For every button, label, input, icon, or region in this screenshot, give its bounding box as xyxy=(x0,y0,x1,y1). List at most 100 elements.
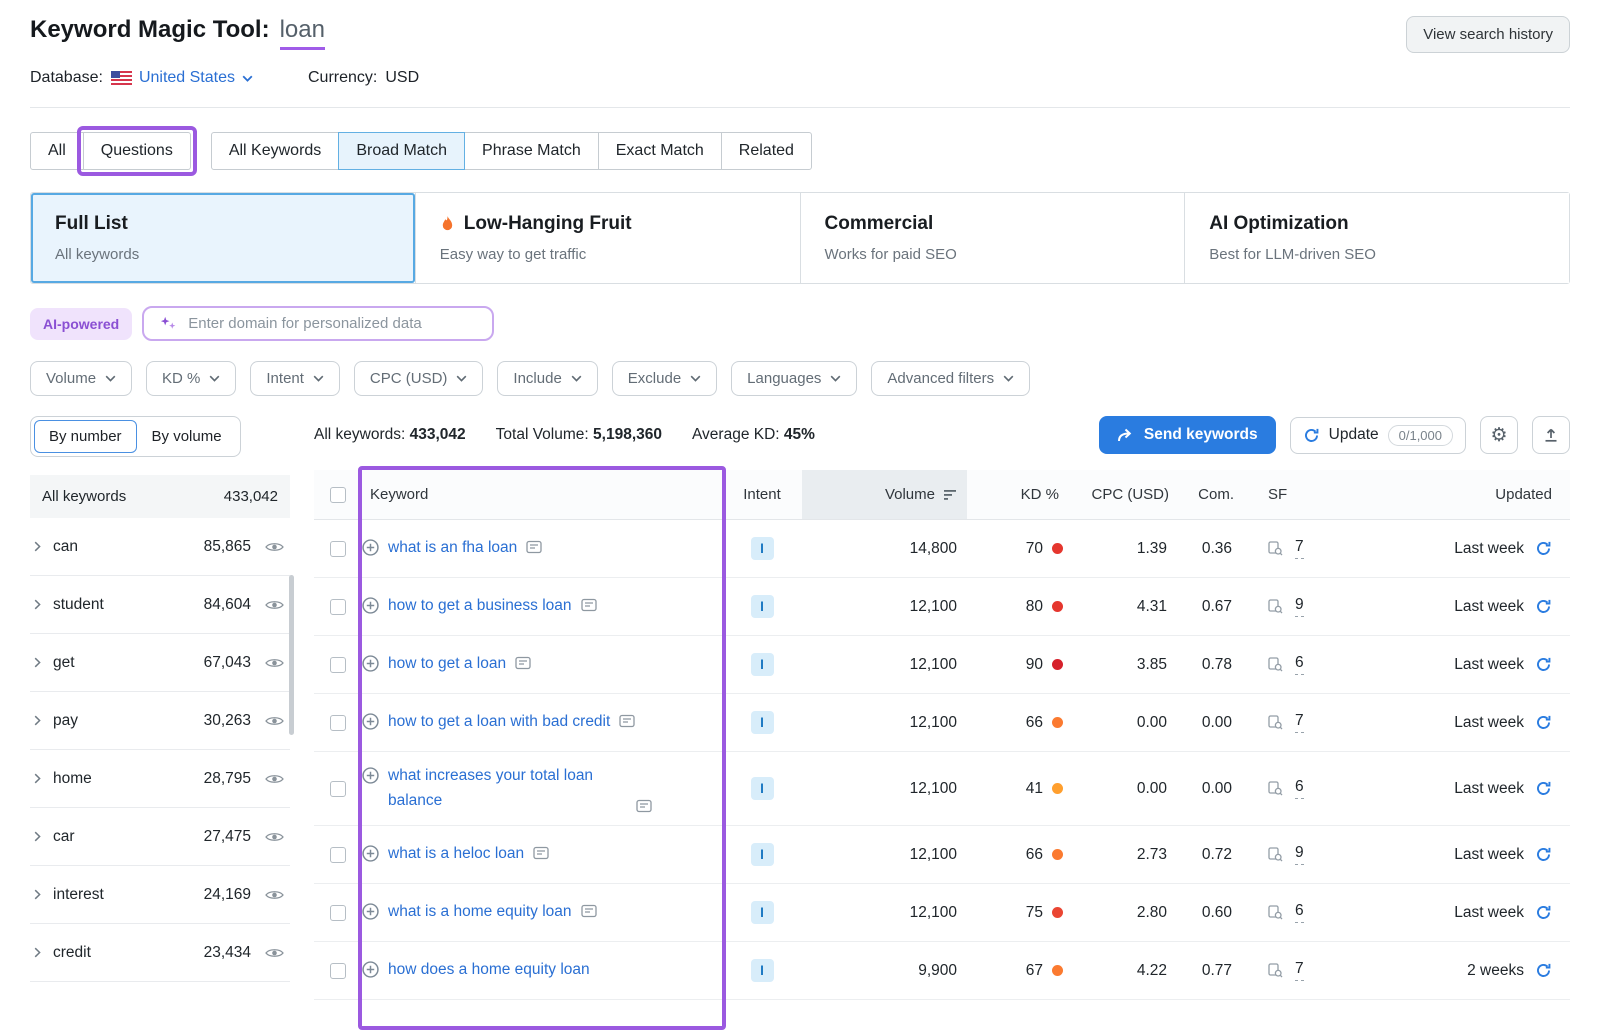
row-checkbox[interactable] xyxy=(330,963,346,979)
row-checkbox[interactable] xyxy=(330,905,346,921)
eye-icon[interactable] xyxy=(265,715,284,727)
tab-all-keywords[interactable]: All Keywords xyxy=(211,132,339,170)
send-keywords-button[interactable]: Send keywords xyxy=(1099,416,1276,454)
column-com[interactable]: Com. xyxy=(1177,486,1242,503)
serp-features-icon[interactable] xyxy=(1268,541,1283,556)
serp-features-icon[interactable] xyxy=(1268,781,1283,796)
refresh-icon[interactable] xyxy=(1535,714,1552,731)
keyword-link[interactable]: what is a home equity loan xyxy=(388,900,572,924)
group-item[interactable]: credit 23,434 xyxy=(30,924,290,982)
select-all-checkbox[interactable] xyxy=(330,487,346,503)
intent-badge[interactable]: I xyxy=(751,595,774,618)
sf-count[interactable]: 7 xyxy=(1295,538,1304,559)
sort-by-number[interactable]: By number xyxy=(34,420,137,453)
intent-badge[interactable]: I xyxy=(751,537,774,560)
serp-features-icon[interactable] xyxy=(1268,847,1283,862)
serp-preview-icon[interactable] xyxy=(581,904,597,918)
intent-badge[interactable]: I xyxy=(751,653,774,676)
card-low-hanging-fruit[interactable]: Low-Hanging Fruit Easy way to get traffi… xyxy=(415,193,800,283)
tab-broad-match[interactable]: Broad Match xyxy=(338,132,465,170)
sf-count[interactable]: 9 xyxy=(1295,596,1304,617)
row-checkbox[interactable] xyxy=(330,657,346,673)
add-keyword-icon[interactable] xyxy=(362,713,379,730)
sf-count[interactable]: 6 xyxy=(1295,654,1304,675)
column-cpc[interactable]: CPC (USD) xyxy=(1067,486,1177,503)
keyword-link[interactable]: what is a heloc loan xyxy=(388,842,524,866)
update-button[interactable]: Update 0/1,000 xyxy=(1290,417,1466,454)
tab-exact-match[interactable]: Exact Match xyxy=(598,132,722,170)
keyword-link[interactable]: how does a home equity loan xyxy=(388,958,590,982)
filter-advanced[interactable]: Advanced filters xyxy=(871,361,1030,396)
tab-all[interactable]: All xyxy=(30,132,84,170)
group-item[interactable]: student 84,604 xyxy=(30,576,290,634)
keyword-link[interactable]: how to get a business loan xyxy=(388,594,572,618)
serp-preview-icon[interactable] xyxy=(526,540,542,554)
eye-icon[interactable] xyxy=(265,889,284,901)
intent-badge[interactable]: I xyxy=(751,777,774,800)
add-keyword-icon[interactable] xyxy=(362,845,379,862)
group-item[interactable]: pay 30,263 xyxy=(30,692,290,750)
column-volume[interactable]: Volume xyxy=(802,470,967,519)
keyword-link[interactable]: what is an fha loan xyxy=(388,536,517,560)
group-item[interactable]: get 67,043 xyxy=(30,634,290,692)
sf-count[interactable]: 6 xyxy=(1295,778,1304,799)
refresh-icon[interactable] xyxy=(1535,962,1552,979)
serp-preview-icon[interactable] xyxy=(533,846,549,860)
row-checkbox[interactable] xyxy=(330,781,346,797)
add-keyword-icon[interactable] xyxy=(362,539,379,556)
intent-badge[interactable]: I xyxy=(751,959,774,982)
domain-input[interactable] xyxy=(188,315,478,332)
column-kd[interactable]: KD % xyxy=(967,486,1067,503)
card-commercial[interactable]: Commercial Works for paid SEO xyxy=(800,193,1185,283)
column-sf[interactable]: SF xyxy=(1242,486,1332,503)
eye-icon[interactable] xyxy=(265,831,284,843)
row-checkbox[interactable] xyxy=(330,715,346,731)
eye-icon[interactable] xyxy=(265,541,284,553)
view-search-history-button[interactable]: View search history xyxy=(1406,16,1570,53)
refresh-icon[interactable] xyxy=(1535,780,1552,797)
refresh-icon[interactable] xyxy=(1535,904,1552,921)
keyword-link[interactable]: how to get a loan xyxy=(388,652,506,676)
intent-badge[interactable]: I xyxy=(751,901,774,924)
add-keyword-icon[interactable] xyxy=(362,767,379,784)
filter-kd[interactable]: KD % xyxy=(146,361,236,396)
refresh-icon[interactable] xyxy=(1535,846,1552,863)
serp-preview-icon[interactable] xyxy=(515,656,531,670)
filter-cpc[interactable]: CPC (USD) xyxy=(354,361,484,396)
card-ai-optimization[interactable]: AI Optimization Best for LLM-driven SEO xyxy=(1184,193,1569,283)
row-checkbox[interactable] xyxy=(330,599,346,615)
serp-features-icon[interactable] xyxy=(1268,657,1283,672)
serp-features-icon[interactable] xyxy=(1268,963,1283,978)
group-item[interactable]: can 85,865 xyxy=(30,518,290,576)
add-keyword-icon[interactable] xyxy=(362,655,379,672)
eye-icon[interactable] xyxy=(265,599,284,611)
eye-icon[interactable] xyxy=(265,947,284,959)
row-checkbox[interactable] xyxy=(330,541,346,557)
sf-count[interactable]: 9 xyxy=(1295,844,1304,865)
sf-count[interactable]: 7 xyxy=(1295,960,1304,981)
serp-preview-icon[interactable] xyxy=(619,714,635,728)
group-item[interactable]: interest 24,169 xyxy=(30,866,290,924)
sf-count[interactable]: 6 xyxy=(1295,902,1304,923)
serp-preview-icon[interactable] xyxy=(581,598,597,612)
keyword-link[interactable]: what increases your total loan balance xyxy=(388,764,627,812)
intent-badge[interactable]: I xyxy=(751,711,774,734)
refresh-icon[interactable] xyxy=(1535,656,1552,673)
serp-preview-icon[interactable] xyxy=(636,799,652,813)
add-keyword-icon[interactable] xyxy=(362,961,379,978)
sf-count[interactable]: 7 xyxy=(1295,712,1304,733)
eye-icon[interactable] xyxy=(265,657,284,669)
sidebar-scrollbar[interactable] xyxy=(289,575,294,735)
export-button[interactable] xyxy=(1532,416,1570,454)
filter-exclude[interactable]: Exclude xyxy=(612,361,717,396)
filter-volume[interactable]: Volume xyxy=(30,361,132,396)
row-checkbox[interactable] xyxy=(330,847,346,863)
tab-questions[interactable]: Questions xyxy=(83,132,191,170)
database-selector[interactable]: United States xyxy=(111,69,253,87)
filter-include[interactable]: Include xyxy=(497,361,597,396)
filter-intent[interactable]: Intent xyxy=(250,361,340,396)
group-item[interactable]: car 27,475 xyxy=(30,808,290,866)
sort-by-volume[interactable]: By volume xyxy=(137,420,237,453)
keyword-link[interactable]: how to get a loan with bad credit xyxy=(388,710,610,734)
card-full-list[interactable]: Full List All keywords xyxy=(31,193,415,283)
